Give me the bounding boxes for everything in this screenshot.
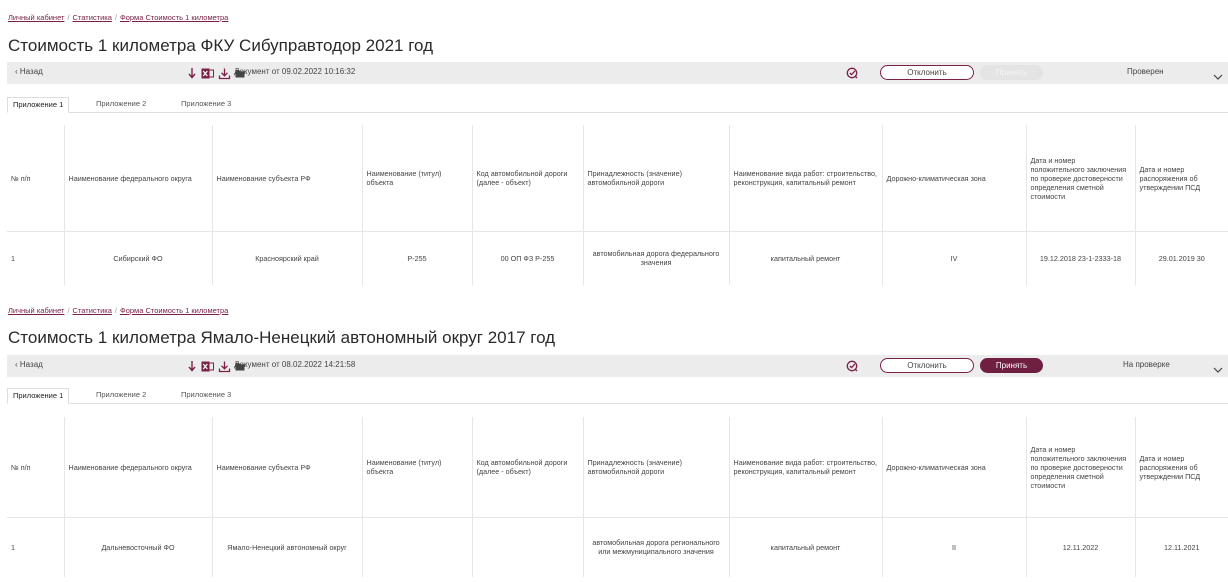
column-header: Наименование вида работ: строительство, … bbox=[729, 417, 883, 517]
breadcrumb-separator: / bbox=[67, 306, 70, 315]
accept-button[interactable]: Принять bbox=[980, 358, 1043, 373]
table-cell: 19.12.2018 23-1-2333-18 bbox=[1026, 231, 1136, 285]
column-header: Код автомобильной дороги (далее - объект… bbox=[472, 125, 584, 231]
table-cell: 12.11.2021 bbox=[1164, 542, 1200, 552]
document-link[interactable]: Документ от 08.02.2022 14:21:58 bbox=[234, 360, 355, 369]
column-header: № п/п bbox=[7, 125, 65, 231]
column-header: Наименование субъекта РФ bbox=[212, 417, 363, 517]
table-cell bbox=[472, 517, 584, 577]
table-header-row: № п/п Наименование федерального округа Н… bbox=[7, 125, 1228, 231]
tab-appendix-1[interactable]: Приложение 1 bbox=[7, 97, 70, 113]
tab-appendix-2[interactable]: Приложение 2 bbox=[91, 97, 151, 113]
status-select[interactable]: Проверен bbox=[1127, 67, 1164, 76]
column-header: Принадлежность (значение) автомобильной … bbox=[583, 417, 730, 517]
table-cell: 12.11.2022 bbox=[1026, 517, 1136, 577]
column-header: Наименование вида работ: строительство, … bbox=[729, 125, 883, 231]
report-section: Личный кабинет / Статистика / Форма Стоимост… bbox=[0, 300, 1228, 582]
column-header: Наименование федерального округа bbox=[64, 125, 213, 231]
download-icon[interactable] bbox=[218, 67, 231, 80]
table-cell bbox=[362, 517, 473, 577]
reject-button[interactable]: Отклонить bbox=[880, 65, 974, 80]
data-table: № п/п Наименование федерального округа Н… bbox=[7, 125, 1228, 285]
breadcrumb-separator: / bbox=[67, 13, 70, 22]
table-cell: 1 bbox=[7, 517, 65, 577]
tab-appendix-1[interactable]: Приложение 1 bbox=[7, 388, 70, 404]
table-cell: Сибирский ФО bbox=[64, 231, 213, 285]
table-cell: Дальневосточный ФО bbox=[64, 517, 213, 577]
column-header: Наименование (титул) объекта bbox=[362, 125, 473, 231]
toolbar: ‹ Назад Документ от 08.02.2022 14:21:58 … bbox=[7, 355, 1228, 377]
column-header: Код автомобильной дороги (далее - объект… bbox=[472, 417, 584, 517]
table-cell: Красноярский край bbox=[212, 231, 363, 285]
breadcrumb-stats-link[interactable]: Статистика bbox=[73, 13, 112, 22]
excel-icon[interactable] bbox=[201, 67, 214, 80]
breadcrumb: Личный кабинет / Статистика / Форма Стоимост… bbox=[8, 306, 228, 315]
column-header: Принадлежность (значение) автомобильной … bbox=[583, 125, 730, 231]
table-cell: 29.01.2019 30 bbox=[1158, 253, 1205, 263]
breadcrumb-home-link[interactable]: Личный кабинет bbox=[8, 13, 64, 22]
breadcrumb-form-link[interactable]: Форма Стоимость 1 километра bbox=[120, 306, 228, 315]
table-cell: Ямало-Ненецкий автономный округ bbox=[212, 517, 363, 577]
breadcrumb-form-link[interactable]: Форма Стоимость 1 километра bbox=[120, 13, 228, 22]
tab-appendix-2[interactable]: Приложение 2 bbox=[91, 388, 151, 404]
excel-icon[interactable] bbox=[201, 360, 214, 373]
back-button[interactable]: ‹ Назад bbox=[15, 67, 43, 76]
breadcrumb-stats-link[interactable]: Статистика bbox=[73, 306, 112, 315]
breadcrumb: Личный кабинет / Статистика / Форма Стоимост… bbox=[8, 13, 228, 22]
tab-appendix-3[interactable]: Приложение 3 bbox=[176, 388, 236, 404]
table-cell: автомобильная дорога регионального или м… bbox=[583, 517, 730, 577]
row-divider bbox=[7, 517, 1228, 518]
table-cell: Р-255 bbox=[362, 231, 473, 285]
report-section: Личный кабинет / Статистика / Форма Стоимост… bbox=[0, 0, 1228, 298]
breadcrumb-separator: / bbox=[114, 306, 118, 315]
table-cell: капитальный ремонт bbox=[729, 517, 883, 577]
column-header: № п/п bbox=[7, 417, 65, 517]
page-title: Стоимость 1 километра ФКУ Сибуправтодор … bbox=[8, 36, 434, 55]
breadcrumb-separator: / bbox=[114, 13, 118, 22]
column-header: Наименование федерального округа bbox=[64, 417, 213, 517]
table-cell: автомобильная дорога федерального значен… bbox=[583, 231, 730, 285]
table-cell: II bbox=[882, 517, 1027, 577]
toolbar: ‹ Назад Документ от 09.02.2022 10:16:32 … bbox=[7, 62, 1228, 84]
table-cell: 00 ОП ФЗ Р-255 bbox=[472, 231, 584, 285]
column-header: Дата и номер положительного заключения п… bbox=[1026, 125, 1136, 231]
table-cell: 1 bbox=[7, 231, 65, 285]
column-header: Наименование (титул) объекта bbox=[362, 417, 473, 517]
page-title: Стоимость 1 километра Ямало-Ненецкий авт… bbox=[8, 328, 556, 347]
tabs: Приложение 1 Приложение 2 Приложение 3 bbox=[7, 388, 1228, 404]
data-table: № п/п Наименование федерального округа Н… bbox=[7, 417, 1228, 577]
sort-down-icon[interactable] bbox=[187, 67, 197, 79]
table-cell: капитальный ремонт bbox=[729, 231, 883, 285]
tabs: Приложение 1 Приложение 2 Приложение 3 bbox=[7, 97, 1228, 113]
table-header-row: № п/п Наименование федерального округа Н… bbox=[7, 417, 1228, 517]
breadcrumb-home-link[interactable]: Личный кабинет bbox=[8, 306, 64, 315]
column-header: Дата и номер распоряжения об утверждении… bbox=[1139, 164, 1201, 192]
table-row: 1 Сибирский ФО Красноярский край Р-255 0… bbox=[7, 231, 1228, 285]
back-button[interactable]: ‹ Назад bbox=[15, 360, 43, 369]
column-header: Дорожно-климатическая зона bbox=[882, 125, 1027, 231]
reject-button[interactable]: Отклонить bbox=[880, 358, 974, 373]
download-icon[interactable] bbox=[218, 360, 231, 373]
check-badge-icon[interactable] bbox=[846, 359, 858, 377]
column-header: Дата и номер распоряжения об утверждении… bbox=[1139, 453, 1201, 481]
column-header: Дорожно-климатическая зона bbox=[882, 417, 1027, 517]
check-badge-icon[interactable] bbox=[846, 66, 858, 84]
row-divider bbox=[7, 231, 1228, 232]
column-header: Наименование субъекта РФ bbox=[212, 125, 363, 231]
status-select[interactable]: На проверке bbox=[1123, 360, 1170, 369]
accept-button[interactable]: Принять bbox=[980, 65, 1043, 80]
chevron-down-icon[interactable] bbox=[1213, 68, 1223, 86]
chevron-down-icon[interactable] bbox=[1213, 361, 1223, 379]
table-cell: IV bbox=[882, 231, 1027, 285]
column-header: Дата и номер положительного заключения п… bbox=[1026, 417, 1136, 517]
tab-appendix-3[interactable]: Приложение 3 bbox=[176, 97, 236, 113]
table-row: 1 Дальневосточный ФО Ямало-Ненецкий авто… bbox=[7, 517, 1228, 577]
sort-down-icon[interactable] bbox=[187, 360, 197, 372]
document-link[interactable]: Документ от 09.02.2022 10:16:32 bbox=[234, 67, 355, 76]
